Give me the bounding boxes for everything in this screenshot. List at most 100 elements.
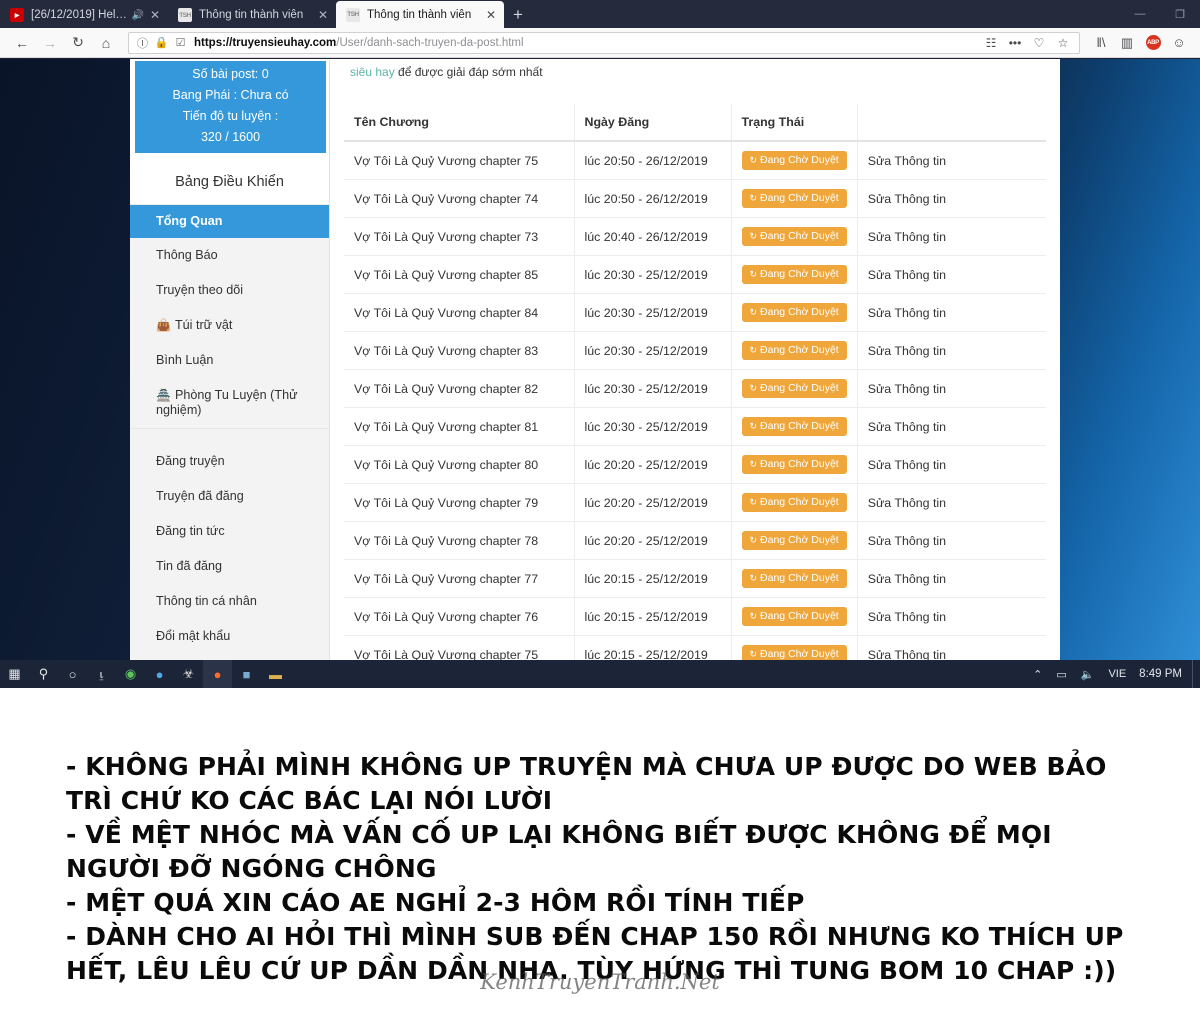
clock[interactable]: 8:49 PM [1133,668,1192,680]
edit-info-link[interactable]: Sửa Thông tin [868,610,946,624]
restore-button[interactable]: ❐ [1160,0,1200,28]
lock-icon[interactable]: 🔒 [152,36,171,49]
status-badge-pending: ↻Đang Chờ Duyệt [742,265,847,284]
task-view-icon[interactable]: ⍸ [87,660,116,688]
file-explorer-icon[interactable]: ▬ [261,660,290,688]
edit-info-link[interactable]: Sửa Thông tin [868,572,946,586]
edit-info-link[interactable]: Sửa Thông tin [868,648,946,661]
speaker-icon[interactable]: 🔊 [132,10,144,21]
status-badge-pending: ↻Đang Chờ Duyệt [742,645,847,660]
sidebar-item-binh-luan[interactable]: Bình Luận [130,343,329,378]
edit-info-link[interactable]: Sửa Thông tin [868,192,946,206]
minimize-button[interactable]: — [1120,0,1160,28]
search-icon[interactable]: ⚲ [29,660,58,688]
edit-info-link[interactable]: Sửa Thông tin [868,344,946,358]
sidebar-item-truyen-theo-doi[interactable]: Truyện theo dõi [130,273,329,308]
firefox-icon[interactable]: ● [203,660,232,688]
edit-info-link[interactable]: Sửa Thông tin [868,268,946,282]
window-controls: — ❐ [1120,0,1200,28]
edit-info-link[interactable]: Sửa Thông tin [868,230,946,244]
status-badge-pending: ↻Đang Chờ Duyệt [742,303,847,322]
new-tab-button[interactable]: + [504,2,532,28]
system-tray: ⌃ ▭ 🔈 VIE 8:49 PM [1026,660,1200,688]
shield-icon[interactable]: Ⓘ [133,35,152,51]
profile-summary-box: Số bài post: 0 Bang Phái : Chưa có Tiến … [135,61,326,153]
volume-icon[interactable]: 🔈 [1074,668,1102,681]
sidebar-item-phong-tu-luyen[interactable]: 🏯Phòng Tu Luyện (Thử nghiệm) [130,378,329,428]
browser-tab-youtube[interactable]: [26/12/2019] Hello !! - YouT 🔊 ✕ [0,2,168,28]
watermark: KenhTruyenTranh.Net [0,970,1200,994]
battery-icon[interactable]: ▭ [1049,668,1073,681]
close-icon[interactable]: ✕ [148,9,162,21]
browser-tab-member-info-2[interactable]: TSH Thông tin thành viên ✕ [336,1,504,28]
clock-icon: ↻ [750,307,758,317]
status-badge-pending: ↻Đang Chờ Duyệt [742,607,847,626]
profile-post-count: Số bài post: 0 [135,64,326,85]
sidebar-item-thong-tin-ca-nhan[interactable]: Thông tin cá nhân [130,584,329,619]
browser-tab-member-info-1[interactable]: TSH Thông tin thành viên ✕ [168,2,336,28]
bookmark-star-icon[interactable]: ☆ [1051,36,1075,50]
edit-info-link[interactable]: Sửa Thông tin [868,534,946,548]
sidebar-item-doi-mat-khau[interactable]: Đổi mật khẩu [130,619,329,654]
close-icon[interactable]: ✕ [316,9,330,21]
unikey-icon[interactable]: ☣ [174,660,203,688]
sidebar-item-tin-da-dang[interactable]: Tin đã đăng [130,549,329,584]
reader-mode-icon[interactable]: ☷ [979,36,1003,50]
edit-info-link[interactable]: Sửa Thông tin [868,420,946,434]
sidebar-item-tong-quan[interactable]: Tổng Quan [130,205,329,238]
sidebar-item-dang-truyen[interactable]: Đăng truyện [130,444,329,479]
page-container: Số bài post: 0 Bang Phái : Chưa có Tiến … [130,59,1060,660]
cortana-icon[interactable]: ○ [58,660,87,688]
forward-button[interactable]: → [36,30,64,56]
zalo-icon[interactable]: ● [145,660,174,688]
table-row: Vợ Tôi Là Quỷ Vương chapter 84lúc 20:30 … [344,294,1046,332]
cell-post-date: lúc 20:15 - 25/12/2019 [574,598,731,636]
pocket-icon[interactable]: ♡ [1027,36,1051,50]
url-text: https://truyensieuhay.com/User/danh-sach… [194,37,979,49]
sidebar-item-truyen-da-dang[interactable]: Truyện đã đăng [130,479,329,514]
reload-button[interactable]: ↻ [64,30,92,56]
status-badge-pending: ↻Đang Chờ Duyệt [742,569,847,588]
sidebar-item-tui-tru-vat[interactable]: 👜Túi trữ vật [130,308,329,343]
start-button[interactable]: ▦ [0,660,29,688]
photoshop-icon[interactable]: ■ [232,660,261,688]
show-desktop-button[interactable] [1192,660,1200,688]
cell-status: ↻Đang Chờ Duyệt [731,370,857,408]
edit-info-link[interactable]: Sửa Thông tin [868,154,946,168]
edit-info-link[interactable]: Sửa Thông tin [868,496,946,510]
language-indicator[interactable]: VIE [1101,668,1133,680]
home-button[interactable]: ⌂ [92,30,120,56]
cell-actions: Sửa Thông tin [857,332,1046,370]
table-body: Vợ Tôi Là Quỷ Vương chapter 75lúc 20:50 … [344,141,1046,660]
library-icon[interactable]: ‖\ [1088,30,1114,56]
account-icon[interactable]: ☺ [1166,30,1192,56]
sieu-hay-link[interactable]: siêu hay [350,65,395,79]
edit-info-link[interactable]: Sửa Thông tin [868,458,946,472]
profile-progress-value: 320 / 1600 [135,127,326,148]
edit-info-link[interactable]: Sửa Thông tin [868,306,946,320]
cell-actions: Sửa Thông tin [857,560,1046,598]
control-panel-title: Bảng Điều Khiển [130,153,329,205]
notice-rest: để được giải đáp sớm nhất [395,65,543,79]
bottom-text-panel: - KHÔNG PHẢI MÌNH KHÔNG UP TRUYỆN MÀ CHƯ… [0,688,1200,1031]
sidebar-toggle-icon[interactable]: ▥ [1114,30,1140,56]
column-header-post-date: Ngày Đăng [574,104,731,141]
adblock-plus-icon[interactable]: ABP [1140,30,1166,56]
edit-info-link[interactable]: Sửa Thông tin [868,382,946,396]
profile-guild: Bang Phái : Chưa có [135,85,326,106]
url-bar[interactable]: Ⓘ 🔒 ☑ https://truyensieuhay.com/User/dan… [128,32,1080,54]
tracking-protection-icon[interactable]: ☑ [171,36,190,49]
tsh-favicon: TSH [178,8,192,22]
sidebar-item-dang-tin-tuc[interactable]: Đăng tin tức [130,514,329,549]
cell-post-date: lúc 20:40 - 26/12/2019 [574,218,731,256]
back-button[interactable]: ← [8,30,36,56]
bag-icon: 👜 [156,318,171,332]
clock-icon: ↻ [750,611,758,621]
sidebar-item-label: Thông tin cá nhân [156,594,257,608]
close-icon[interactable]: ✕ [484,9,498,21]
table-row: Vợ Tôi Là Quỷ Vương chapter 75lúc 20:50 … [344,141,1046,180]
page-actions-icon[interactable]: ••• [1003,36,1027,50]
sidebar-item-thong-bao[interactable]: Thông Báo [130,238,329,273]
show-hidden-icons-chevron[interactable]: ⌃ [1026,668,1049,681]
chrome-icon[interactable]: ◉ [116,660,145,688]
